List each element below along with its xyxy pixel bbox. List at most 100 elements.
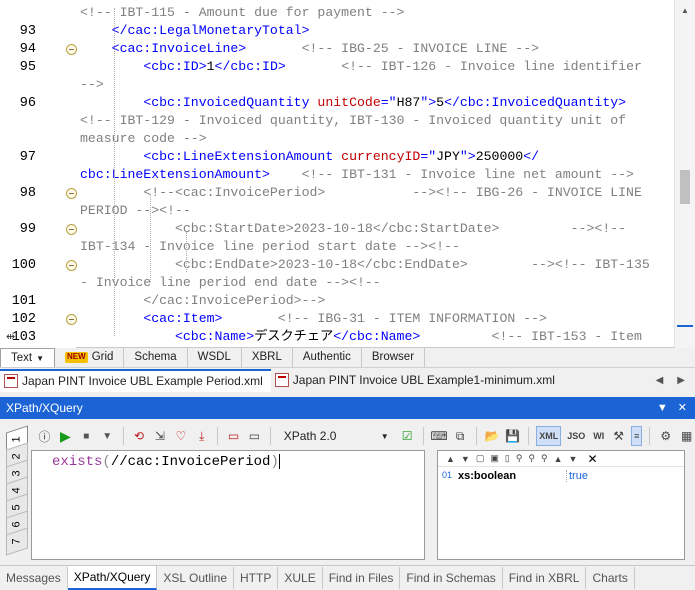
document-tab[interactable]: Japan PINT Invoice UBL Example Period.xm… — [0, 368, 271, 392]
xpath-toolbar: ⓘ ▶ ■ ▼ ⟲ ⇲ ♡ ⤓ ▭ ▭ XPath 2.0 ▼ ☑ ⌨ ⧉ 📂 … — [0, 423, 695, 449]
copy-icon[interactable]: ▢ — [476, 453, 485, 464]
line-number-gutter: 93 94 95 96 97 98 99 100 101 102 103 — [0, 0, 44, 348]
find-prev-icon[interactable]: ⚲ — [541, 453, 548, 464]
code-line[interactable]: </cac:InvoicePeriod>--> — [80, 292, 325, 310]
code-line[interactable]: <cac:Item> <!-- IBG-31 - ITEM INFORMATIO… — [80, 310, 547, 328]
layout-icon[interactable]: ▦ — [678, 426, 695, 446]
output-tab[interactable]: XULE — [278, 567, 323, 589]
close-icon[interactable]: ✕ — [678, 397, 687, 419]
code-area[interactable]: <!-- IBT-115 - Amount due for payment --… — [80, 0, 674, 348]
wi-button[interactable]: WI — [591, 426, 606, 446]
view-tab-authentic[interactable]: Authentic — [293, 348, 362, 367]
line-number: 93 — [19, 24, 36, 39]
view-tab-text[interactable]: Text ▼ — [0, 348, 56, 367]
step-out-icon[interactable]: ⤓ — [193, 426, 210, 446]
xpath-expression-text[interactable]: exists(//cac:InvoicePeriod) — [52, 454, 280, 470]
output-tab[interactable]: XSL Outline — [157, 567, 235, 589]
view-tab-browser[interactable]: Browser — [362, 348, 426, 367]
output-tab[interactable]: XPath/XQuery — [67, 566, 158, 590]
code-line[interactable]: IBT-134 - Invoice line period start date… — [80, 238, 460, 256]
builder-icon[interactable]: ⌨ — [430, 426, 447, 446]
output-tab[interactable]: Charts — [586, 567, 635, 589]
fold-toggle-icon[interactable] — [66, 44, 77, 55]
xpath-expression-input[interactable]: exists(//cac:InvoicePeriod) — [31, 450, 425, 560]
text-editor[interactable]: 93 94 95 96 97 98 99 100 101 102 103 <!-- IBT-115 … — [0, 0, 695, 348]
code-line[interactable]: <!--<cac:InvoicePeriod> --><!-- IBG-26 -… — [80, 184, 642, 202]
scroll-up-icon[interactable]: ▲ — [681, 6, 689, 15]
evaluator-icon[interactable]: ⧉ — [452, 426, 469, 446]
gear-icon[interactable]: ⚙ — [657, 426, 674, 446]
variables-icon[interactable]: ▭ — [246, 426, 263, 446]
filter-icon[interactable]: ▯ — [505, 453, 510, 464]
code-line[interactable]: <cbc:LineExtensionAmount currencyID="JPY… — [80, 148, 539, 166]
code-line[interactable]: <cac:InvoiceLine> <!-- IBG-25 - INVOICE … — [80, 40, 539, 58]
line-number: 94 — [19, 42, 36, 57]
expression-tabs: 1234567 — [6, 425, 28, 564]
view-tab-wsdl[interactable]: WSDL — [188, 348, 242, 367]
validate-icon[interactable]: ☑ — [399, 426, 416, 446]
watch-icon[interactable]: ▭ — [225, 426, 242, 446]
fold-toggle-icon[interactable] — [66, 260, 77, 271]
save-icon[interactable]: 💾 — [504, 426, 521, 446]
output-tab[interactable]: Find in Files — [323, 567, 401, 589]
line-number: 101 — [11, 294, 36, 309]
xml-output-button[interactable]: XML — [536, 426, 562, 446]
document-tab[interactable]: Japan PINT Invoice UBL Example1-minimum.… — [271, 369, 563, 392]
view-tab-grid[interactable]: NEW Grid — [55, 348, 125, 367]
stop-button[interactable]: ■ — [78, 426, 95, 446]
code-line[interactable]: --> — [80, 76, 104, 94]
json-output-button[interactable]: JSO — [565, 426, 587, 446]
code-line[interactable]: <!-- IBT-129 - Invoiced quantity, IBT-13… — [80, 112, 626, 130]
code-line[interactable]: <!-- IBT-115 - Amount due for payment --… — [80, 4, 404, 22]
xpath-version-select[interactable]: XPath 2.0 ▼ — [278, 426, 395, 446]
copy-all-icon[interactable]: ▣ — [490, 453, 499, 464]
xpath-version-value: XPath 2.0 — [283, 429, 337, 443]
xpath-window: ⓘ ▶ ■ ▼ ⟲ ⇲ ♡ ⤓ ▭ ▭ XPath 2.0 ▼ ☑ ⌨ ⧉ 📂 … — [0, 419, 695, 564]
code-line[interactable]: cbc:LineExtensionAmount> <!-- IBT-131 - … — [80, 166, 634, 184]
debug-icon[interactable]: ⟲ — [131, 426, 148, 446]
fold-toggle-icon[interactable] — [66, 224, 77, 235]
expand-icon[interactable]: ▼ — [461, 454, 470, 464]
fold-toggle-icon[interactable] — [66, 314, 77, 325]
step-icon[interactable]: ⇲ — [151, 426, 168, 446]
tab-scroll-left-icon[interactable]: ◀ — [656, 375, 664, 386]
output-tab[interactable]: Messages — [0, 567, 68, 589]
code-line[interactable]: <cbc:InvoicedQuantity unitCode="H87">5</… — [80, 94, 626, 112]
find-icon[interactable]: ⚲ — [516, 453, 523, 464]
output-tab[interactable]: Find in XBRL — [503, 567, 587, 589]
line-number: 95 — [19, 60, 36, 75]
code-line[interactable]: measure code --> — [80, 130, 207, 148]
code-line[interactable]: <cbc:StartDate>2023-10-18</cbc:StartDate… — [80, 220, 626, 238]
up-icon[interactable]: ▲ — [554, 454, 563, 464]
open-folder-icon[interactable]: 📂 — [484, 426, 501, 446]
output-tab[interactable]: Find in Schemas — [400, 567, 503, 589]
code-line[interactable]: PERIOD --><!-- — [80, 202, 191, 220]
line-number: 97 — [19, 150, 36, 165]
find-next-icon[interactable]: ⚲ — [528, 453, 535, 464]
result-view-button[interactable]: ≡ — [631, 426, 643, 446]
result-row[interactable]: 01 xs:boolean true — [438, 469, 684, 485]
tools-icon[interactable]: ⚒ — [610, 426, 627, 446]
split-view-icon[interactable]: ⇹ — [6, 330, 15, 343]
info-icon[interactable]: ⓘ — [36, 426, 53, 446]
clear-results-icon[interactable]: ✕ — [587, 452, 597, 466]
down-icon[interactable]: ▼ — [569, 454, 578, 464]
code-line[interactable]: <cbc:ID>1</cbc:ID> <!-- IBT-126 - Invoic… — [80, 58, 642, 76]
code-line[interactable]: <cbc:Name>デスクチェア</cbc:Name> <!-- IBT-153… — [80, 328, 642, 346]
window-menu-icon[interactable]: ▼ — [657, 397, 668, 419]
dropdown-arrow-icon[interactable]: ▼ — [99, 426, 116, 446]
collapse-icon[interactable]: ▲ — [446, 454, 455, 464]
breakpoint-icon[interactable]: ♡ — [172, 426, 189, 446]
output-tab[interactable]: HTTP — [234, 567, 279, 589]
view-tab-xbrl[interactable]: XBRL — [242, 348, 293, 367]
execute-button[interactable]: ▶ — [57, 426, 74, 446]
code-line[interactable]: - Invoice line period end date --><!-- — [80, 274, 381, 292]
view-tabs: Text ▼ NEW Grid Schema WSDL XBRL Authentic Brows… — [0, 348, 695, 368]
view-tab-schema[interactable]: Schema — [124, 348, 188, 367]
fold-toggle-icon[interactable] — [66, 188, 77, 199]
xml-file-icon — [4, 374, 18, 388]
editor-vertical-scrollbar[interactable]: ▲ — [674, 0, 695, 348]
scroll-thumb[interactable] — [680, 170, 690, 204]
tab-scroll-right-icon[interactable]: ▶ — [677, 375, 685, 386]
code-line[interactable]: <cbc:EndDate>2023-10-18</cbc:EndDate> --… — [80, 256, 650, 274]
